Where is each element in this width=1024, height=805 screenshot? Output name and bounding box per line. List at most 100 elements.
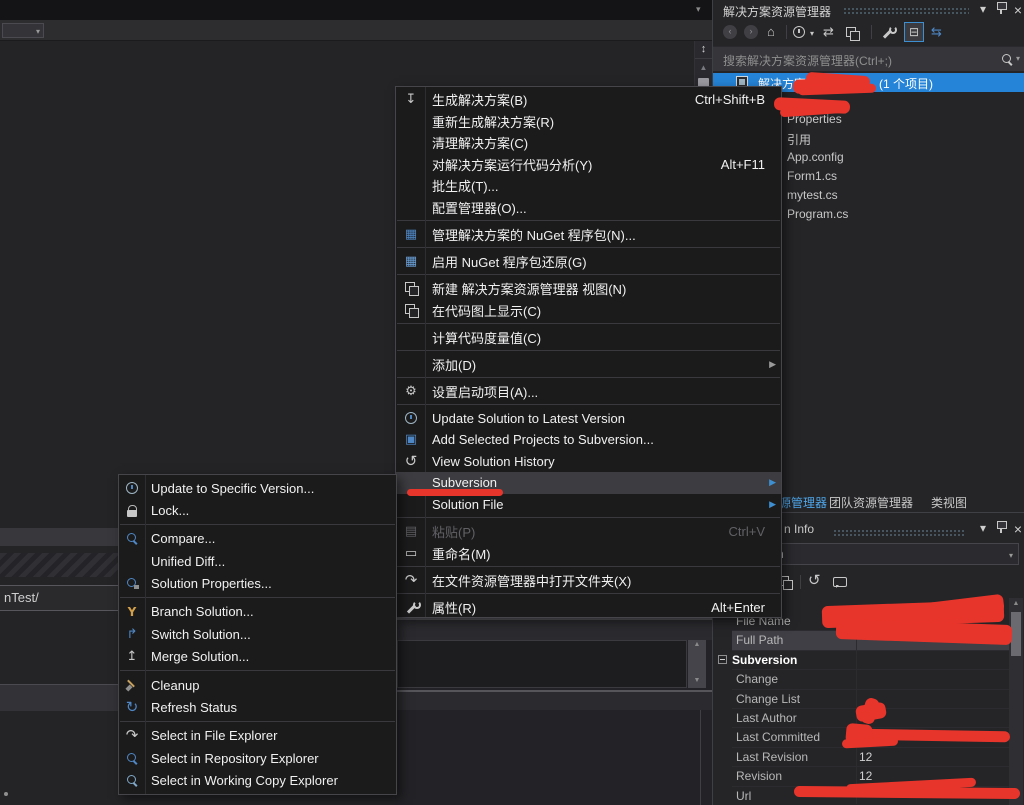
menu-item[interactable]: ↷Select in File Explorer <box>119 724 396 747</box>
panel-title: 解决方案资源管理器 <box>723 3 831 20</box>
close-icon[interactable]: × <box>1010 521 1024 537</box>
menu-item[interactable]: ▦启用 NuGet 程序包还原(G) <box>396 251 781 273</box>
menu-item[interactable]: ↻Refresh Status <box>119 696 396 719</box>
collapse-expander-icon[interactable] <box>718 655 727 664</box>
build-icon: ↧ <box>396 93 426 106</box>
tree-item[interactable]: mytest.cs <box>787 188 1017 207</box>
menu-item[interactable]: 属性(R)Alt+Enter <box>396 596 781 618</box>
menu-item[interactable]: Unified Diff... <box>119 550 396 573</box>
menu-item[interactable]: 在代码图上显示(C) <box>396 299 781 321</box>
tree-item[interactable]: Program.cs <box>787 207 1017 226</box>
divider <box>871 25 872 39</box>
nuget2-icon: ▦ <box>396 255 426 268</box>
text-box[interactable] <box>397 640 687 688</box>
menu-separator <box>397 404 780 405</box>
menu-item[interactable]: 重新生成解决方案(R) <box>396 111 781 133</box>
property-row[interactable]: Last Revision12 <box>732 748 1009 767</box>
menu-item[interactable]: Select in Working Copy Explorer <box>119 769 396 792</box>
chevron-down-icon[interactable]: ▾ <box>1016 54 1020 63</box>
menu-item[interactable]: ▣Add Selected Projects to Subversion... <box>396 429 781 451</box>
menu-item[interactable]: Update Solution to Latest Version <box>396 408 781 430</box>
menu-item[interactable]: Cleanup <box>119 674 396 697</box>
splitter-handle-icon[interactable]: ↕ <box>695 43 712 59</box>
search-icon[interactable] <box>1001 53 1014 66</box>
property-row[interactable]: Change <box>732 670 1009 689</box>
home-icon[interactable]: ⌂ <box>767 24 775 39</box>
menu-item[interactable]: ▭重命名(M) <box>396 542 781 564</box>
tree-item[interactable]: Form1.cs <box>787 169 1017 188</box>
tree-item[interactable]: App.config <box>787 150 1017 169</box>
refresh-icon[interactable]: ⇄ <box>823 24 834 40</box>
submenu-arrow-icon: ▶ <box>769 359 776 370</box>
menu-separator <box>397 220 780 221</box>
property-row[interactable]: Subversion <box>732 651 1009 670</box>
menu-item[interactable]: ↺View Solution History <box>396 451 781 473</box>
menu-item[interactable]: ⚙设置启动项目(A)... <box>396 381 781 403</box>
history-icon[interactable]: ↺ <box>808 573 821 588</box>
menu-item[interactable]: ↱Switch Solution... <box>119 623 396 646</box>
background-band <box>0 685 120 711</box>
collapse-all-icon[interactable]: ⊟ <box>904 22 924 42</box>
properties-wrench-icon[interactable] <box>881 26 894 42</box>
menu-separator <box>397 350 780 351</box>
mini-scrollbar[interactable]: ▲▼ <box>688 640 706 688</box>
tree-item[interactable]: 引用 <box>787 131 1017 150</box>
menu-item[interactable]: 配置管理器(O)... <box>396 197 781 219</box>
property-label: Last Author <box>736 711 797 725</box>
chevron-down-icon[interactable]: ▾ <box>975 2 991 16</box>
tab-team-explorer[interactable]: 团队资源管理器 <box>829 494 913 511</box>
scroll-up-icon[interactable]: ▲ <box>1009 600 1023 607</box>
scrollbar-thumb[interactable] <box>1011 612 1021 656</box>
menu-item[interactable]: 计算代码度量值(C) <box>396 326 781 348</box>
menu-item[interactable]: 批生成(T)... <box>396 175 781 197</box>
menu-item-label: 在文件资源管理器中打开文件夹(X) <box>426 571 781 590</box>
menu-item-label: 新建 解决方案资源管理器 视图(N) <box>426 279 781 298</box>
menu-item[interactable]: Lock... <box>119 500 396 523</box>
sync-active-document-icon[interactable]: ⇆ <box>931 24 942 40</box>
main-toolbar: ▾ <box>0 20 712 41</box>
comment-icon[interactable] <box>833 576 846 591</box>
forward-icon[interactable]: › <box>744 25 758 39</box>
menu-item-label: 管理解决方案的 NuGet 程序包(N)... <box>426 225 781 244</box>
scroll-up-icon[interactable]: ▲ <box>695 63 712 72</box>
menu-item-label: 配置管理器(O)... <box>426 198 781 217</box>
pin-icon[interactable] <box>993 521 1009 536</box>
toolbar-combobox[interactable]: ▾ <box>2 23 44 38</box>
panel-title-bar: 解决方案资源管理器 ▾ × <box>713 0 1024 20</box>
tree-item[interactable]: Properties <box>787 112 1017 131</box>
red-underline-subversion <box>407 489 503 496</box>
pending-changes-icon[interactable] <box>793 26 805 41</box>
menu-item[interactable]: ↧生成解决方案(B)Ctrl+Shift+B <box>396 89 781 111</box>
chevron-down-icon[interactable]: ▾ <box>975 521 991 535</box>
menu-item[interactable]: 对解决方案运行代码分析(Y)Alt+F11 <box>396 154 781 176</box>
menu-item[interactable]: 新建 解决方案资源管理器 视图(N) <box>396 278 781 300</box>
menu-item[interactable]: 清理解决方案(C) <box>396 132 781 154</box>
menu-item[interactable]: ↥Merge Solution... <box>119 646 396 669</box>
pin-icon[interactable] <box>993 2 1009 17</box>
menu-item[interactable]: Update to Specific Version... <box>119 477 396 500</box>
menu-item[interactable]: Solution File▶ <box>396 494 781 516</box>
menu-item[interactable]: Compare... <box>119 528 396 551</box>
menu-item[interactable]: ↷在文件资源管理器中打开文件夹(X) <box>396 569 781 591</box>
chevron-down-icon[interactable]: ▾ <box>810 29 814 38</box>
menu-item[interactable]: YBranch Solution... <box>119 601 396 624</box>
menu-separator <box>397 247 780 248</box>
menu-item[interactable]: Select in Repository Explorer <box>119 747 396 770</box>
menu-item-label: 启用 NuGet 程序包还原(G) <box>426 252 781 271</box>
menu-item[interactable]: ▤粘贴(P)Ctrl+V <box>396 521 781 543</box>
back-icon[interactable]: ‹ <box>723 25 737 39</box>
new-view-icon[interactable] <box>846 27 859 43</box>
search-box[interactable]: 搜索解决方案资源管理器(Ctrl+;) ▾ <box>713 46 1024 71</box>
toolbar-overflow-icon[interactable]: ▾ <box>696 4 701 15</box>
menu-item-label: 粘贴(P) <box>426 522 729 541</box>
close-icon[interactable]: × <box>1010 2 1024 18</box>
info-panel-title: n Info <box>784 522 814 536</box>
grip-texture <box>833 529 965 537</box>
background-panel: ▲▼ <box>395 618 712 805</box>
menu-item[interactable]: ▦管理解决方案的 NuGet 程序包(N)... <box>396 224 781 246</box>
menu-item[interactable]: 添加(D)▶ <box>396 353 781 375</box>
menu-item[interactable]: Solution Properties... <box>119 573 396 596</box>
tab-class-view[interactable]: 类视图 <box>931 494 967 511</box>
repomag-icon <box>119 752 145 765</box>
property-label: Change <box>736 672 778 686</box>
